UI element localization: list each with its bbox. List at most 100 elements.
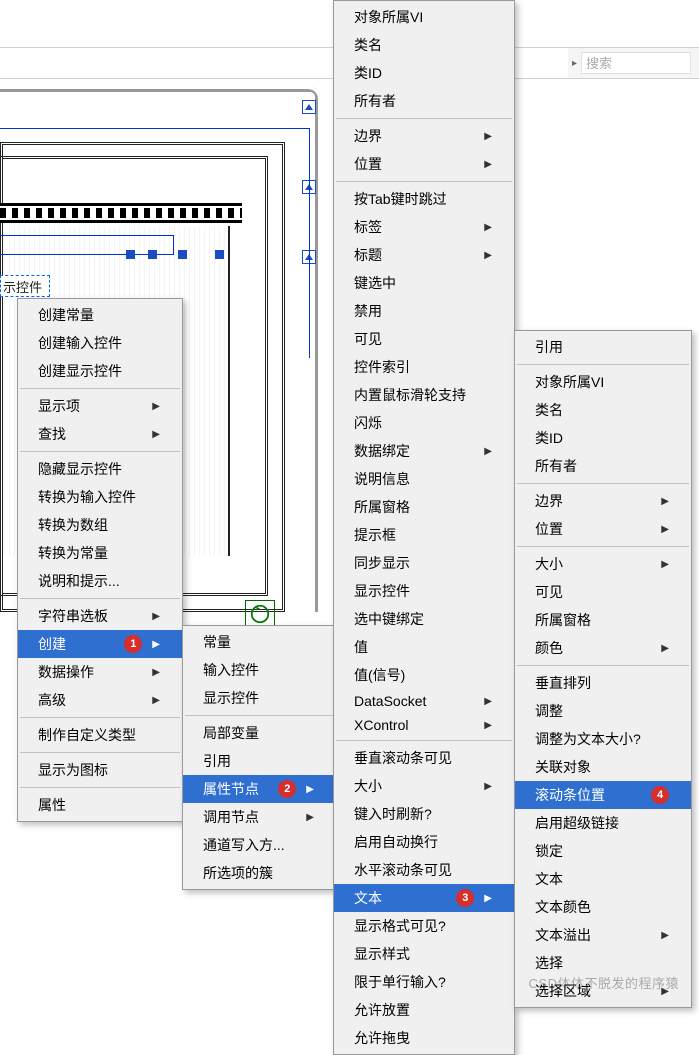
menu-item-label: 创建显示控件 — [38, 361, 122, 381]
menu-separator — [185, 715, 334, 716]
menu-item-label: 启用超级链接 — [535, 813, 619, 833]
menu-item[interactable]: 可见 — [515, 578, 691, 606]
menu-item-label: 查找 — [38, 424, 66, 444]
menu-item[interactable]: 禁用 — [334, 297, 514, 325]
menu-item[interactable]: 大小▶ — [334, 772, 514, 800]
menu-item[interactable]: 说明信息 — [334, 465, 514, 493]
menu-item[interactable]: 位置▶ — [334, 150, 514, 178]
menu-item[interactable]: 制作自定义类型 — [18, 721, 182, 749]
menu-item[interactable]: 调用节点▶ — [183, 803, 336, 831]
menu-item[interactable]: XControl▶ — [334, 713, 514, 737]
menu-item[interactable]: 创建常量 — [18, 301, 182, 329]
menu-item[interactable]: 属性 — [18, 791, 182, 819]
menu-item[interactable]: 限于单行输入? — [334, 968, 514, 996]
menu-item[interactable]: 滚动条位置4 — [515, 781, 691, 809]
menu-item[interactable]: 调整为文本大小? — [515, 725, 691, 753]
menu-item-label: 对象所属VI — [535, 372, 604, 392]
menu-item[interactable]: 常量 — [183, 628, 336, 656]
menu-separator — [20, 388, 180, 389]
menu-item[interactable]: 键选中 — [334, 269, 514, 297]
menu-item-label: 显示格式可见? — [354, 916, 446, 936]
menu-item[interactable]: 显示项▶ — [18, 392, 182, 420]
menu-item[interactable]: 控件索引 — [334, 353, 514, 381]
menu-item[interactable]: 显示样式 — [334, 940, 514, 968]
menu-item[interactable]: 局部变量 — [183, 719, 336, 747]
menu-item[interactable]: 位置▶ — [515, 515, 691, 543]
menu-item[interactable]: 可见 — [334, 325, 514, 353]
menu-item[interactable]: 标签▶ — [334, 213, 514, 241]
menu-item[interactable]: DataSocket▶ — [334, 689, 514, 713]
menu-item[interactable]: 文本溢出▶ — [515, 921, 691, 949]
menu-item[interactable]: 对象所属VI — [334, 3, 514, 31]
menu-item[interactable]: 显示格式可见? — [334, 912, 514, 940]
menu-item[interactable]: 所有者 — [334, 87, 514, 115]
menu-item[interactable]: 提示框 — [334, 521, 514, 549]
control-terminal[interactable]: 示控件 — [0, 275, 50, 297]
menu-item[interactable]: 水平滚动条可见 — [334, 856, 514, 884]
menu-item[interactable]: 锁定 — [515, 837, 691, 865]
menu-item[interactable]: 颜色▶ — [515, 634, 691, 662]
menu-item[interactable]: 转换为数组 — [18, 511, 182, 539]
menu-item[interactable]: 垂直排列 — [515, 669, 691, 697]
menu-item[interactable]: 字符串选板▶ — [18, 602, 182, 630]
menu-item[interactable]: 数据绑定▶ — [334, 437, 514, 465]
menu-item[interactable]: 边界▶ — [334, 122, 514, 150]
menu-item[interactable]: 所属窗格 — [334, 493, 514, 521]
menu-separator — [336, 740, 512, 741]
menu-item[interactable]: 启用超级链接 — [515, 809, 691, 837]
menu-item[interactable]: 闪烁 — [334, 409, 514, 437]
menu-item-label: XControl — [354, 717, 408, 733]
menu-item[interactable]: 创建1▶ — [18, 630, 182, 658]
menu-item[interactable]: 通道写入方... — [183, 831, 336, 859]
menu-item[interactable]: 文本 — [515, 865, 691, 893]
menu-item[interactable]: 显示控件 — [183, 684, 336, 712]
menu-item[interactable]: 高级▶ — [18, 686, 182, 714]
menu-item[interactable]: 关联对象 — [515, 753, 691, 781]
menu-item[interactable]: 显示为图标 — [18, 756, 182, 784]
menu-item-label: 控件索引 — [354, 357, 410, 377]
menu-item[interactable]: 允许放置 — [334, 996, 514, 1024]
menu-item[interactable]: 值(信号) — [334, 661, 514, 689]
submenu-arrow-icon: ▶ — [484, 696, 492, 707]
menu-item[interactable]: 值 — [334, 633, 514, 661]
menu-item[interactable]: 按Tab键时跳过 — [334, 185, 514, 213]
menu-item[interactable]: 选中键绑定 — [334, 605, 514, 633]
menu-item[interactable]: 内置鼠标滑轮支持 — [334, 381, 514, 409]
menu-item[interactable]: 对象所属VI — [515, 368, 691, 396]
menu-item[interactable]: 输入控件 — [183, 656, 336, 684]
context-menu-level-4: 引用对象所属VI 类名类ID所有者边界▶位置▶ 大小▶可见所属窗格颜色▶ 垂直排列调整… — [514, 330, 692, 1008]
menu-item[interactable]: 创建显示控件 — [18, 357, 182, 385]
menu-item[interactable]: 显示控件 — [334, 577, 514, 605]
menu-item[interactable]: 同步显示 — [334, 549, 514, 577]
menu-item[interactable]: 转换为输入控件 — [18, 483, 182, 511]
menu-item[interactable]: 所选项的簇 — [183, 859, 336, 887]
loop-condition-icon[interactable] — [245, 600, 275, 628]
menu-item[interactable]: 转换为常量 — [18, 539, 182, 567]
menu-item[interactable]: 文本3▶ — [334, 884, 514, 912]
menu-item[interactable]: 调整 — [515, 697, 691, 725]
menu-item[interactable]: 文本颜色 — [515, 893, 691, 921]
menu-item[interactable]: 允许拖曳 — [334, 1024, 514, 1052]
menu-item[interactable]: 说明和提示... — [18, 567, 182, 595]
menu-item[interactable]: 所有者 — [515, 452, 691, 480]
menu-item[interactable]: 键入时刷新? — [334, 800, 514, 828]
search-input[interactable] — [581, 52, 691, 74]
menu-item[interactable]: 数据操作▶ — [18, 658, 182, 686]
menu-item[interactable]: 类名 — [515, 396, 691, 424]
menu-item[interactable]: 属性节点2▶ — [183, 775, 336, 803]
menu-item[interactable]: 类ID — [334, 59, 514, 87]
menu-item[interactable]: 引用 — [183, 747, 336, 775]
menu-item[interactable]: 垂直滚动条可见 — [334, 744, 514, 772]
menu-item[interactable]: 所属窗格 — [515, 606, 691, 634]
menu-item[interactable]: 大小▶ — [515, 550, 691, 578]
menu-item[interactable]: 创建输入控件 — [18, 329, 182, 357]
menu-item[interactable]: 标题▶ — [334, 241, 514, 269]
menu-item[interactable]: 查找▶ — [18, 420, 182, 448]
menu-item[interactable]: 隐藏显示控件 — [18, 455, 182, 483]
menu-item[interactable]: 边界▶ — [515, 487, 691, 515]
menu-item[interactable]: 引用 — [515, 333, 691, 361]
menu-item[interactable]: 类ID — [515, 424, 691, 452]
menu-item[interactable]: 启用自动换行 — [334, 828, 514, 856]
menu-item[interactable]: 类名 — [334, 31, 514, 59]
menu-item-label: 垂直排列 — [535, 673, 591, 693]
